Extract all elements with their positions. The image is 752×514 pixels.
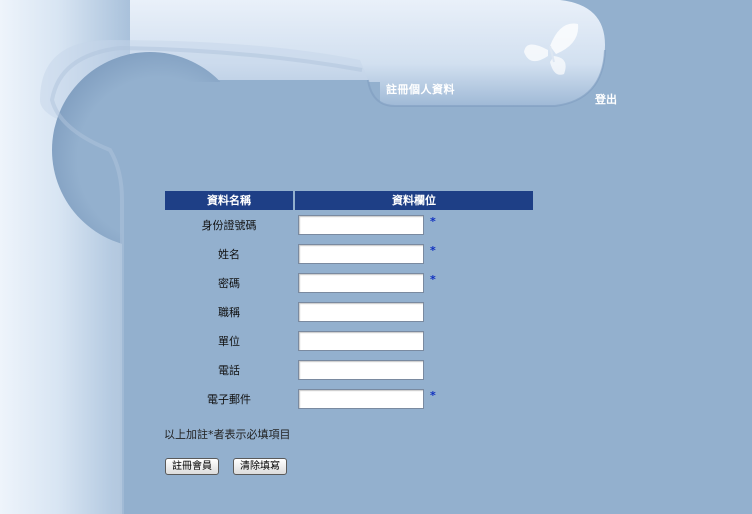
form-row-unit: 單位: [165, 326, 533, 355]
job-title-input[interactable]: [298, 301, 424, 322]
required-note: 以上加註*者表示必填項目: [164, 428, 291, 441]
job-title-label: 職稱: [218, 305, 240, 319]
required-mark: *: [430, 244, 436, 257]
unit-input[interactable]: [298, 330, 424, 351]
name-label: 姓名: [218, 247, 240, 261]
id-number-label: 身份證號碼: [201, 218, 257, 232]
required-mark: *: [430, 215, 436, 228]
column-header-name: 資料名稱: [165, 191, 293, 210]
column-header-field: 資料欄位: [295, 191, 533, 210]
email-label: 電子郵件: [207, 392, 251, 406]
reset-button[interactable]: 清除填寫: [233, 458, 287, 475]
required-mark: *: [430, 389, 436, 402]
name-input[interactable]: [298, 243, 424, 264]
form-row-title: 職稱: [165, 297, 533, 326]
required-mark: *: [430, 273, 436, 286]
email-input[interactable]: [298, 388, 424, 409]
form-row-email: 電子郵件 *: [165, 384, 533, 413]
form-row-password: 密碼 *: [165, 268, 533, 297]
password-label: 密碼: [218, 276, 240, 290]
phone-input[interactable]: [298, 359, 424, 380]
register-button[interactable]: 註冊會員: [165, 458, 219, 475]
password-input[interactable]: [298, 272, 424, 293]
phone-label: 電話: [218, 363, 240, 377]
registration-form: 資料名稱 資料欄位 身份證號碼 * 姓名 * 密碼 * 職稱 單位 電話 電子郵…: [165, 191, 533, 413]
page-title: 註冊個人資料: [386, 83, 455, 96]
form-row-phone: 電話: [165, 355, 533, 384]
form-row-id: 身份證號碼 *: [165, 210, 533, 239]
id-number-input[interactable]: [298, 214, 424, 235]
page: 註冊個人資料 登出 資料名稱 資料欄位 身份證號碼 * 姓名 * 密碼 * 職稱…: [0, 0, 752, 514]
logout-link[interactable]: 登出: [595, 91, 617, 107]
form-row-name: 姓名 *: [165, 239, 533, 268]
table-header: 資料名稱 資料欄位: [165, 191, 533, 210]
unit-label: 單位: [218, 334, 240, 348]
